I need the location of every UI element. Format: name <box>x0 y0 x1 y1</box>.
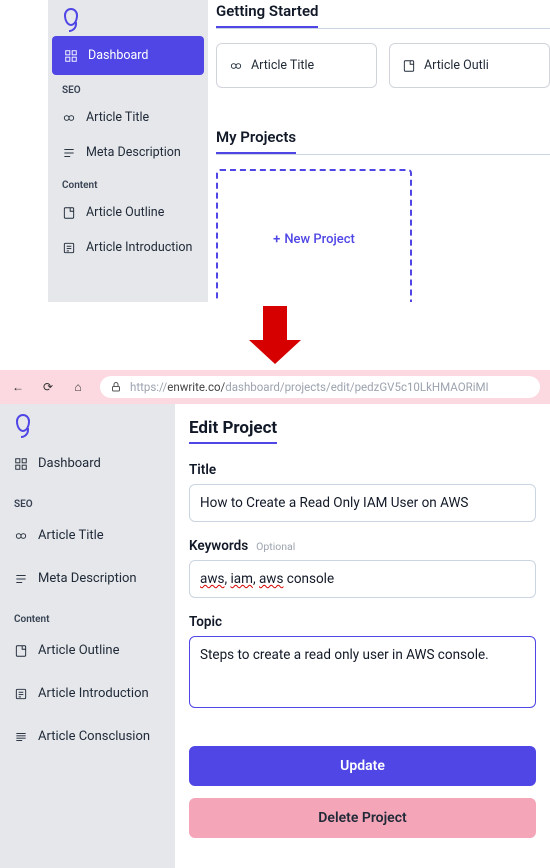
sidebar-section-content: Content <box>0 600 175 629</box>
logo <box>0 414 175 442</box>
sidebar-label: Dashboard <box>88 48 148 63</box>
sidebar-item-article-introduction[interactable]: Article Introduction <box>48 230 208 265</box>
list-icon <box>14 572 28 586</box>
lock-icon <box>110 381 122 393</box>
card-row: Article Title Article Outli <box>216 43 550 88</box>
top-screenshot: Dashboard SEO Article Title Meta Descrip… <box>48 0 550 302</box>
title-input[interactable] <box>189 484 536 522</box>
topic-textarea[interactable]: Steps to create a read only user in AWS … <box>189 636 536 708</box>
sidebar-label: Article Outline <box>86 205 164 220</box>
link-icon <box>14 529 28 543</box>
sidebar-label: Article Title <box>38 528 104 543</box>
sidebar-label: Article Introduction <box>38 686 149 701</box>
sidebar-item-article-title[interactable]: Article Title <box>48 100 208 135</box>
plus-icon: + <box>273 232 280 247</box>
sidebar-label: Meta Description <box>38 571 137 586</box>
text-icon <box>62 241 76 255</box>
card-label: Article Title <box>251 58 314 73</box>
home-icon[interactable]: ⌂ <box>70 379 86 395</box>
note-icon <box>62 206 76 220</box>
back-icon[interactable]: ← <box>10 379 26 395</box>
keywords-input[interactable]: aws, iam, aws console <box>189 560 536 598</box>
sidebar-label: Meta Description <box>86 145 181 160</box>
sidebar-item-meta-description[interactable]: Meta Description <box>0 557 175 600</box>
getting-started-heading: Getting Started <box>216 0 318 28</box>
dashboard-icon <box>14 457 28 471</box>
reload-icon[interactable]: ⟳ <box>40 379 56 395</box>
note-icon <box>14 644 28 658</box>
arrow-annotation <box>0 306 550 342</box>
sidebar-item-meta-description[interactable]: Meta Description <box>48 135 208 170</box>
browser-toolbar: ← ⟳ ⌂ https://enwrite.co/dashboard/proje… <box>0 370 550 404</box>
sidebar-label: Article Outline <box>38 643 119 658</box>
update-button[interactable]: Update <box>189 746 536 786</box>
my-projects-heading: My Projects <box>216 126 296 154</box>
sidebar-item-article-outline[interactable]: Article Outline <box>0 629 175 672</box>
text-icon <box>14 687 28 701</box>
main-bottom: Edit Project Title Keywords Optional aws… <box>175 404 550 868</box>
address-bar[interactable]: https://enwrite.co/dashboard/projects/ed… <box>100 376 540 398</box>
sidebar-bottom: Dashboard SEO Article Title Meta Descrip… <box>0 404 175 868</box>
sidebar-item-dashboard[interactable]: Dashboard <box>52 36 204 75</box>
url: https://enwrite.co/dashboard/projects/ed… <box>130 380 489 394</box>
card-article-title[interactable]: Article Title <box>216 43 377 88</box>
sidebar-section-seo: SEO <box>0 485 175 514</box>
dashboard-icon <box>64 49 78 63</box>
sidebar-section-content: Content <box>48 170 208 195</box>
new-project-button[interactable]: + New Project <box>216 169 412 302</box>
sidebar-section-seo: SEO <box>48 75 208 100</box>
new-project-label: New Project <box>284 232 355 247</box>
bottom-screenshot: Dashboard SEO Article Title Meta Descrip… <box>0 404 550 868</box>
sidebar-item-article-introduction[interactable]: Article Introduction <box>0 672 175 715</box>
link-icon <box>62 111 76 125</box>
sidebar-item-dashboard[interactable]: Dashboard <box>0 442 175 485</box>
sidebar-item-article-conclusion[interactable]: Article Consclusion <box>0 715 175 758</box>
page-title: Edit Project <box>189 418 277 444</box>
sidebar-label: Dashboard <box>38 456 101 471</box>
sidebar-label: Article Title <box>86 110 149 125</box>
label-title: Title <box>189 462 536 478</box>
sidebar-item-article-title[interactable]: Article Title <box>0 514 175 557</box>
link-icon <box>229 59 243 73</box>
lines-icon <box>14 730 28 744</box>
logo <box>48 8 208 36</box>
sidebar-label: Article Consclusion <box>38 729 150 744</box>
optional-tag: Optional <box>256 540 295 553</box>
note-icon <box>402 59 416 73</box>
main-top: Getting Started Article Title Article Ou… <box>208 0 550 302</box>
card-article-outline[interactable]: Article Outli <box>389 43 550 88</box>
sidebar-label: Article Introduction <box>86 240 192 255</box>
card-label: Article Outli <box>424 58 489 73</box>
sidebar-item-article-outline[interactable]: Article Outline <box>48 195 208 230</box>
sidebar-top: Dashboard SEO Article Title Meta Descrip… <box>48 0 208 302</box>
list-icon <box>62 146 76 160</box>
label-topic: Topic <box>189 614 536 630</box>
delete-project-button[interactable]: Delete Project <box>189 798 536 838</box>
label-keywords: Keywords Optional <box>189 538 536 554</box>
